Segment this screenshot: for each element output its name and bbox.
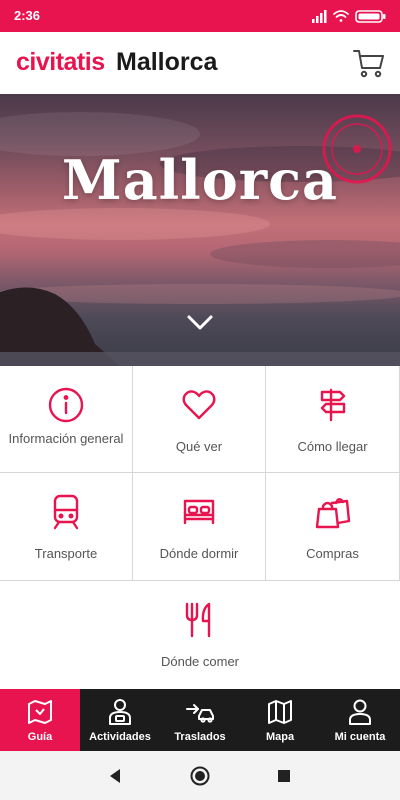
- map-book-icon: [28, 700, 52, 724]
- tile-informacion-general[interactable]: Información general: [0, 366, 133, 473]
- status-bar: 2:36: [0, 0, 400, 32]
- wifi-icon: [333, 10, 349, 22]
- system-nav-bar: [0, 751, 400, 800]
- tile-donde-comer[interactable]: Dónde comer: [0, 581, 400, 689]
- heart-icon: [182, 390, 216, 420]
- signal-icon: [312, 10, 327, 23]
- nav-label: Traslados: [174, 731, 226, 743]
- tile-label: Dónde dormir: [159, 546, 239, 561]
- nav-guia[interactable]: Guía: [0, 689, 80, 751]
- page-title: Mallorca: [116, 48, 218, 76]
- status-icons: [312, 8, 388, 24]
- top-destination-stamp: [322, 114, 392, 184]
- guide-person-icon: [109, 699, 131, 725]
- brand-logo: civitatis: [16, 48, 105, 76]
- tile-label: Dónde comer: [160, 654, 240, 669]
- tile-compras[interactable]: Compras: [266, 473, 400, 581]
- car-arrow-icon: [186, 704, 214, 723]
- tile-transporte[interactable]: Transporte: [0, 473, 133, 581]
- nav-traslados[interactable]: Traslados: [160, 689, 240, 751]
- nav-label: Actividades: [89, 731, 151, 743]
- signpost-icon: [320, 388, 345, 422]
- tile-label: Cómo llegar: [297, 439, 368, 454]
- user-icon: [349, 699, 371, 725]
- cart-icon: [353, 50, 384, 78]
- chevron-down-icon[interactable]: [186, 314, 214, 332]
- nav-mapa[interactable]: Mapa: [240, 689, 320, 751]
- back-icon[interactable]: [104, 765, 126, 787]
- home-icon[interactable]: [189, 765, 211, 787]
- nav-label: Mapa: [265, 731, 295, 743]
- info-icon: [48, 387, 84, 423]
- tile-label: Compras: [306, 546, 359, 561]
- app-header: civitatis Mallorca: [0, 32, 400, 94]
- recents-icon[interactable]: [273, 765, 295, 787]
- nav-label: Mi cuenta: [334, 731, 386, 743]
- shopping-bags-icon: [315, 498, 350, 529]
- bottom-nav: Guía Actividades Traslados Mapa Mi cuent…: [0, 689, 400, 751]
- tile-label: Transporte: [34, 546, 98, 561]
- nav-mi-cuenta[interactable]: Mi cuenta: [320, 689, 400, 751]
- status-time: 2:36: [14, 8, 41, 23]
- category-grid: Información general Qué ver Cómo llegar …: [0, 366, 400, 689]
- tile-como-llegar[interactable]: Cómo llegar: [266, 366, 400, 473]
- hero-banner: Mallorca: [0, 94, 400, 366]
- cart-button[interactable]: [352, 46, 386, 80]
- tile-label: Información general: [8, 431, 124, 446]
- tile-label: Qué ver: [175, 439, 223, 454]
- nav-label: Guía: [27, 731, 53, 743]
- map-icon: [268, 700, 292, 724]
- train-icon: [53, 494, 79, 530]
- battery-icon: [355, 10, 386, 23]
- bed-icon: [183, 499, 215, 525]
- fork-knife-icon: [185, 602, 211, 638]
- tile-que-ver[interactable]: Qué ver: [133, 366, 266, 473]
- tile-donde-dormir[interactable]: Dónde dormir: [133, 473, 266, 581]
- nav-actividades[interactable]: Actividades: [80, 689, 160, 751]
